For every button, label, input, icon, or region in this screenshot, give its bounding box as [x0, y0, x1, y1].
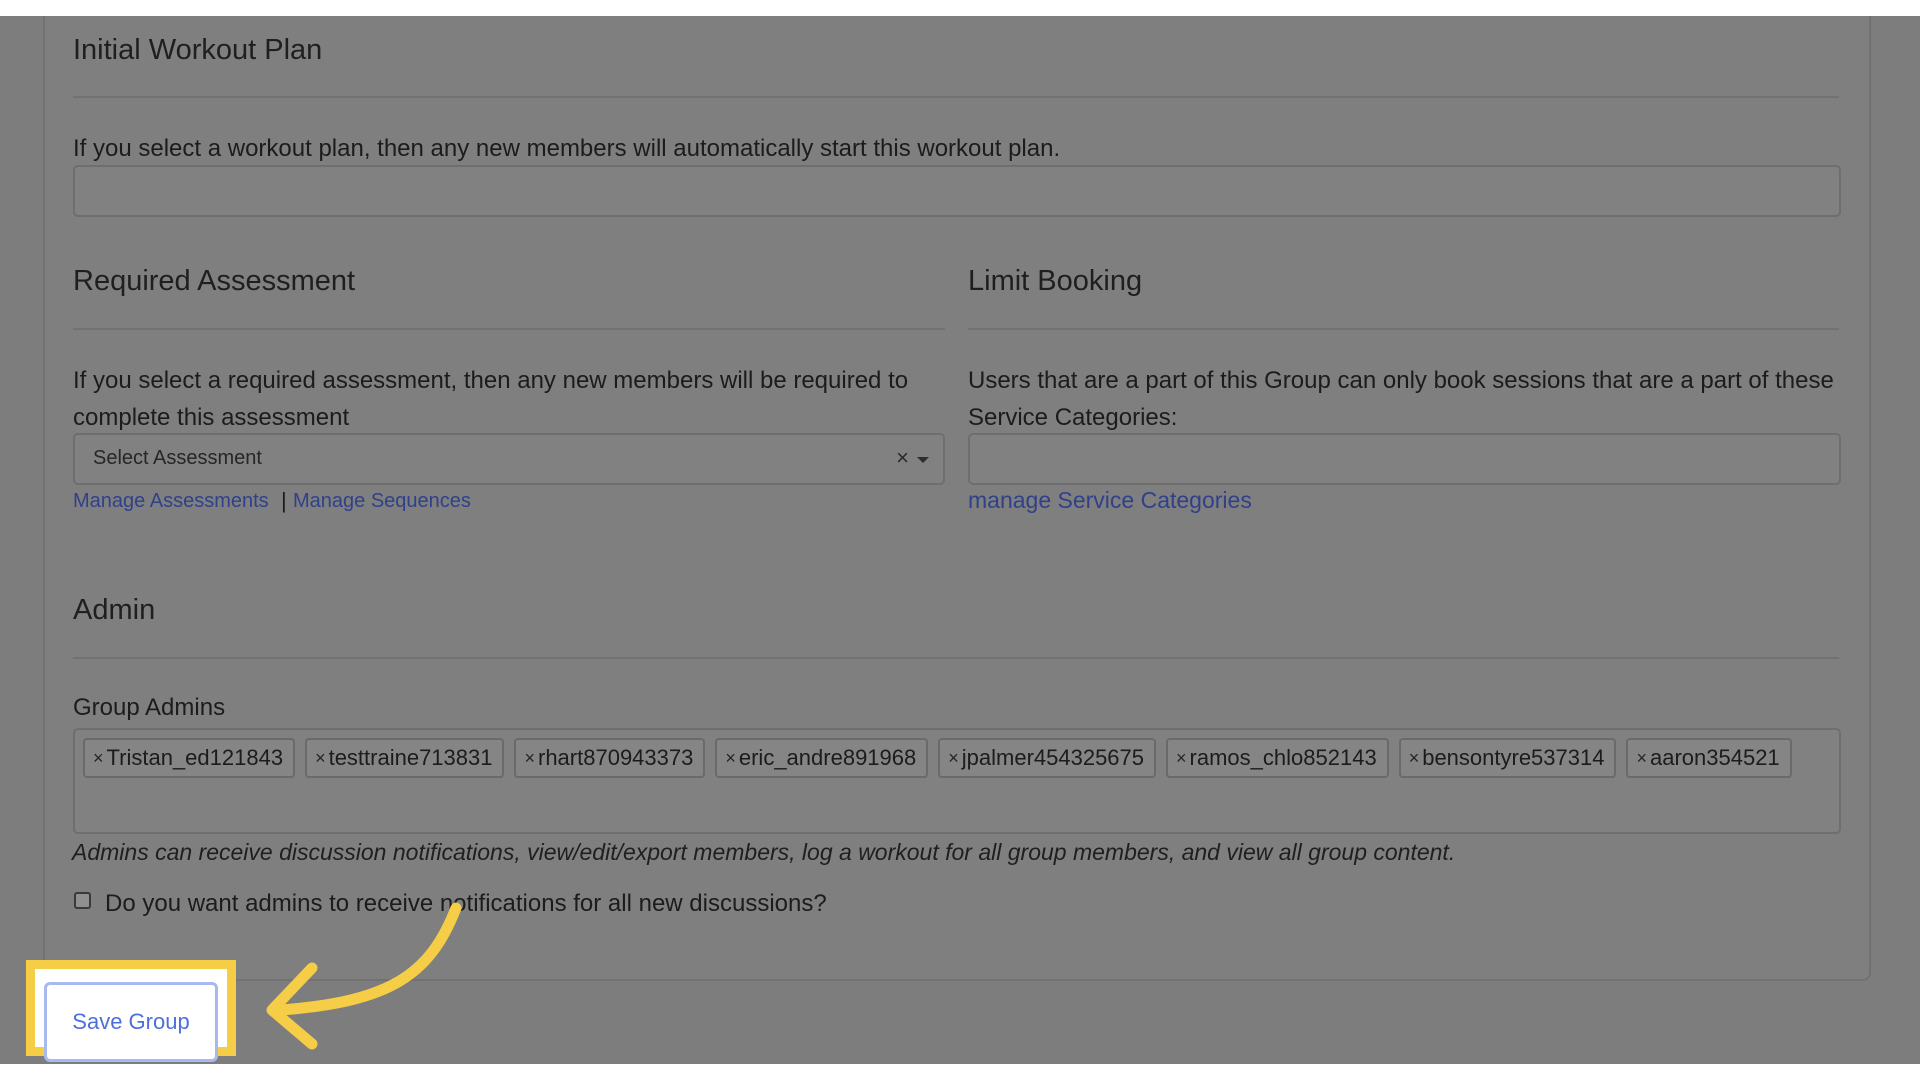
clear-selection-icon[interactable]: ×	[896, 445, 909, 471]
admin-tag-label: aaron354521	[1649, 745, 1780, 770]
admin-divider	[73, 657, 1839, 659]
admin-tag-label: bensontyre537314	[1422, 745, 1605, 770]
admin-tag-list: × Tristan_ed121843 × testtraine713831 × rhart…	[83, 738, 1792, 778]
manage-service-categories-link[interactable]: manage Service Categories	[968, 487, 1252, 514]
admin-tag: × aaron354521	[1626, 738, 1792, 778]
required-assessment-divider	[73, 328, 945, 330]
admin-tag: × ramos_chlo852143	[1166, 738, 1389, 778]
save-group-button[interactable]: Save Group	[44, 982, 218, 1062]
admin-tag-label: jpalmer454325675	[961, 745, 1145, 770]
dimmed-page-overlay: Initial Workout Plan If you select a wor…	[0, 16, 1920, 1064]
remove-tag-icon[interactable]: ×	[948, 748, 959, 769]
admin-tag-label: testtraine713831	[328, 745, 493, 770]
admin-tag-label: ramos_chlo852143	[1189, 745, 1377, 770]
admin-tag: × eric_andre891968	[715, 738, 929, 778]
remove-tag-icon[interactable]: ×	[1636, 748, 1647, 769]
chevron-down-icon[interactable]	[917, 457, 929, 463]
manage-sequences-link[interactable]: Manage Sequences	[293, 490, 471, 513]
workout-plan-description: If you select a workout plan, then any n…	[73, 135, 1061, 162]
assessment-select-placeholder: Select Assessment	[93, 447, 262, 469]
remove-tag-icon[interactable]: ×	[524, 748, 535, 769]
admin-heading: Admin	[73, 594, 156, 626]
remove-tag-icon[interactable]: ×	[1176, 748, 1187, 769]
admin-tag-label: eric_andre891968	[738, 745, 917, 770]
group-admins-multiselect[interactable]: × Tristan_ed121843 × testtraine713831 × rhart…	[73, 728, 1841, 834]
remove-tag-icon[interactable]: ×	[725, 748, 736, 769]
admin-permissions-note: Admins can receive discussion notificati…	[72, 839, 1456, 865]
admin-tag: × bensontyre537314	[1398, 738, 1617, 778]
links-separator: |	[281, 488, 287, 513]
limit-booking-description: Users that are a part of this Group can …	[968, 367, 1834, 431]
assessment-select[interactable]: Select Assessment ×	[73, 433, 945, 485]
workout-plan-heading: Initial Workout Plan	[73, 34, 323, 66]
notify-admins-checkbox[interactable]	[74, 892, 91, 909]
workout-plan-divider	[73, 96, 1839, 98]
required-assessment-heading: Required Assessment	[73, 265, 356, 297]
remove-tag-icon[interactable]: ×	[93, 748, 104, 769]
group-admins-label: Group Admins	[73, 694, 226, 721]
admin-tag: × Tristan_ed121843	[83, 738, 296, 778]
remove-tag-icon[interactable]: ×	[315, 748, 326, 769]
remove-tag-icon[interactable]: ×	[1409, 748, 1420, 769]
limit-booking-divider	[968, 328, 1839, 330]
required-assessment-description: If you select a required assessment, the…	[73, 367, 909, 431]
admin-tag-label: rhart870943373	[538, 745, 694, 770]
manage-assessments-link[interactable]: Manage Assessments	[73, 490, 269, 513]
admin-tag: × rhart870943373	[514, 738, 706, 778]
workout-plan-input[interactable]	[73, 165, 1841, 217]
service-categories-input[interactable]	[968, 433, 1841, 485]
notify-admins-label: Do you want admins to receive notificati…	[105, 890, 827, 917]
admin-tag: × testtraine713831	[305, 738, 505, 778]
admin-tag-label: Tristan_ed121843	[106, 745, 284, 770]
limit-booking-heading: Limit Booking	[968, 265, 1143, 297]
admin-tag: × jpalmer454325675	[938, 738, 1157, 778]
